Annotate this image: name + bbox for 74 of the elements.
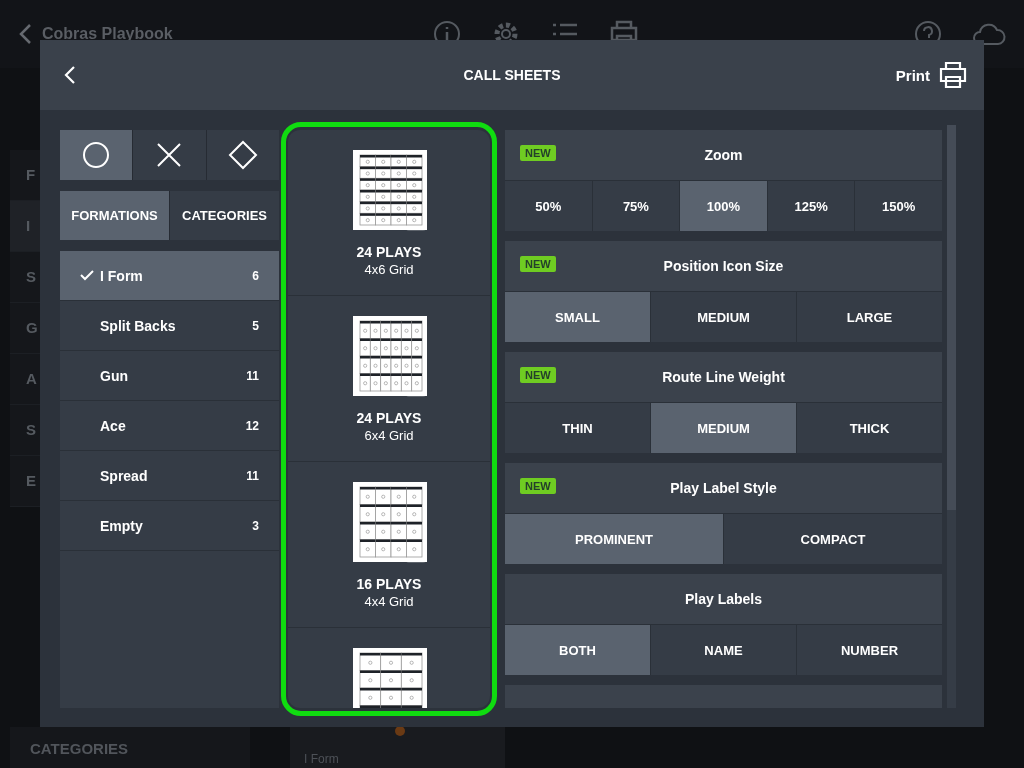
formation-name: Ace	[100, 417, 126, 434]
option-button[interactable]: PROMINENT	[505, 514, 723, 564]
option-button[interactable]: MEDIUM	[651, 292, 796, 342]
formation-name: Split Backs	[100, 317, 176, 334]
option-button[interactable]: COMPACT	[724, 514, 942, 564]
layout-subtitle: 4x6 Grid	[364, 262, 414, 277]
play-count: 12	[245, 418, 259, 433]
setting-title: Play Labels	[684, 591, 762, 607]
option-button[interactable]: NUMBER	[797, 625, 942, 675]
view-tab[interactable]: FORMATIONS	[60, 191, 169, 240]
option-button[interactable]: 50%	[505, 181, 592, 231]
cloud-icon[interactable]	[972, 22, 1006, 46]
new-badge: NEW	[520, 367, 556, 383]
formation-name: Spread	[100, 467, 148, 484]
formation-item[interactable]: Split Backs 5	[60, 301, 279, 351]
option-button[interactable]: THICK	[797, 403, 942, 453]
shape-tab[interactable]	[206, 130, 279, 180]
view-tab[interactable]: CATEGORIES	[170, 191, 279, 240]
option-button[interactable]: 150%	[855, 181, 942, 231]
layout-subtitle: 4x4 Grid	[364, 594, 414, 609]
scrollbar[interactable]	[947, 125, 956, 708]
play-count: 6	[252, 268, 259, 283]
option-button[interactable]: 100%	[680, 181, 767, 231]
setting-title: Zoom	[704, 147, 743, 163]
dialog-title: CALL SHEETS	[462, 67, 562, 83]
app-title: Cobras Playbook	[42, 25, 173, 43]
status-dot-icon	[395, 726, 405, 736]
printer-icon	[938, 61, 968, 89]
diamond-icon	[227, 140, 258, 170]
formation-item[interactable]: Empty 3	[60, 501, 279, 551]
layout-title: 16 PLAYS	[356, 576, 422, 592]
shape-tab[interactable]	[60, 130, 133, 180]
setting-title: Play Label Style	[670, 480, 777, 496]
circle-icon	[82, 141, 111, 169]
setting-title: Position Icon Size	[663, 258, 784, 274]
option-button[interactable]: 125%	[767, 181, 855, 231]
scrollbar-thumb[interactable]	[947, 125, 956, 510]
option-button[interactable]: SMALL	[505, 292, 650, 342]
option-button[interactable]: BOTH	[505, 625, 650, 675]
grid-sheet-icon	[351, 316, 427, 398]
new-badge: NEW	[520, 256, 556, 272]
formation-name: Empty	[100, 517, 143, 534]
grid-sheet-icon	[351, 482, 427, 564]
formation-item[interactable]: Ace 12	[60, 401, 279, 451]
play-count: 11	[246, 368, 259, 383]
new-badge: NEW	[520, 145, 556, 161]
shape-tab[interactable]	[133, 130, 206, 180]
new-badge: NEW	[520, 478, 556, 494]
play-count: 11	[246, 468, 259, 483]
layout-subtitle: 6x4 Grid	[364, 428, 414, 443]
play-count: 5	[252, 318, 259, 333]
grid-sheet-icon	[351, 648, 427, 708]
option-button[interactable]: LARGE	[797, 292, 942, 342]
option-button[interactable]: 75%	[592, 181, 680, 231]
section-heading: CATEGORIES	[30, 740, 129, 757]
formation-name: I Form	[100, 267, 143, 284]
formation-name: Gun	[100, 367, 128, 384]
formation-item[interactable]: Spread 11	[60, 451, 279, 501]
option-button[interactable]: MEDIUM	[651, 403, 796, 453]
layout-title: 24 PLAYS	[356, 244, 422, 260]
print-button[interactable]: Print	[891, 57, 972, 93]
layout-option[interactable]: 24 PLAYS 6x4 Grid	[288, 296, 490, 462]
option-button[interactable]: THIN	[505, 403, 650, 453]
formation-item[interactable]: I Form 6	[60, 251, 279, 301]
setting-title: Route Line Weight	[662, 369, 785, 385]
layout-option[interactable]: 24 PLAYS 4x6 Grid	[288, 130, 490, 296]
layout-title: 24 PLAYS	[356, 410, 422, 426]
cross-icon	[156, 142, 183, 168]
grid-sheet-icon	[351, 150, 427, 232]
formation-item[interactable]: Gun 11	[60, 351, 279, 401]
layout-option[interactable]: 16 PLAYS 4x4 Grid	[288, 462, 490, 628]
option-button[interactable]: NAME	[651, 625, 796, 675]
check-icon	[80, 270, 94, 281]
play-count: 3	[252, 518, 259, 533]
